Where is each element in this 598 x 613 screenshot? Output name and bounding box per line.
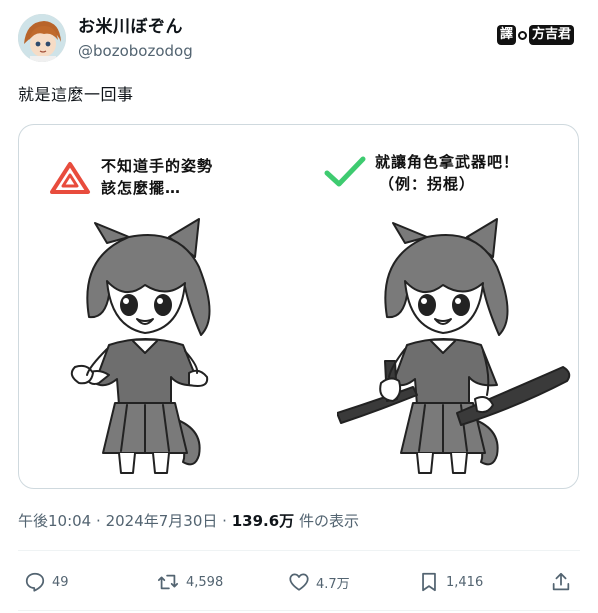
repost-icon (157, 574, 179, 590)
repost-count: 4,598 (186, 574, 224, 590)
author-names: お米川ぼぞん @bozobozodog (78, 16, 193, 62)
meta-separator: · (96, 512, 101, 530)
right-caption: 就讓角色拿武器吧！ （例：拐棍） (375, 151, 519, 195)
reply-button[interactable]: 49 (24, 562, 69, 602)
reply-icon (25, 572, 45, 592)
heart-icon (289, 573, 309, 591)
action-bar: 49 4,598 4.7万 1,416 (18, 562, 580, 602)
avatar[interactable] (18, 14, 66, 62)
repost-button[interactable]: 4,598 (156, 562, 223, 602)
divider (18, 610, 580, 611)
watermark-part1: 譯 (496, 25, 516, 45)
right-caption-line1: 就讓角色拿武器吧！ (375, 153, 520, 171)
cat-girl-illustration-left (70, 218, 211, 474)
display-name[interactable]: お米川ぼぞん (78, 16, 193, 38)
like-button[interactable]: 4.7万 (288, 562, 350, 602)
bookmark-count: 1,416 (446, 574, 484, 590)
share-icon (552, 572, 570, 591)
left-caption-line2: 該怎麼擺… (101, 179, 182, 197)
like-count: 4.7万 (316, 576, 350, 592)
view-count: 139.6万 (231, 512, 295, 530)
left-caption-line1: 不知道手的姿勢 (101, 157, 214, 175)
warning-triangle-icon (50, 162, 90, 194)
divider (18, 550, 580, 551)
tweet-header: お米川ぼぞん @bozobozodog 譯 方吉君 (18, 14, 580, 62)
share-button[interactable] (550, 562, 572, 602)
cat-girl-illustration-right (337, 218, 571, 474)
bookmark-icon (422, 572, 436, 592)
reply-count: 49 (52, 574, 69, 590)
watermark-dot-icon (517, 30, 527, 40)
watermark-part2: 方吉君 (528, 25, 574, 45)
right-caption-line2: （例：拐棍） (379, 175, 476, 193)
tweet-date[interactable]: 2024年7月30日 (106, 512, 218, 530)
bookmark-button[interactable]: 1,416 (418, 562, 483, 602)
check-mark-icon (324, 156, 366, 187)
view-label: 件の表示 (298, 512, 359, 530)
tweet-text: 就是這麼一回事 (18, 85, 134, 104)
user-handle[interactable]: @bozobozodog (78, 40, 193, 62)
tweet-meta: 午後10:04 · 2024年7月30日 · 139.6万 件の表示 (18, 510, 359, 532)
left-caption: 不知道手的姿勢 該怎麼擺… (101, 155, 213, 199)
meta-separator: · (222, 512, 227, 530)
tweet-time[interactable]: 午後10:04 (18, 512, 91, 530)
translator-watermark: 譯 方吉君 (496, 22, 574, 48)
tweet-image[interactable]: 不知道手的姿勢 該怎麼擺… 就讓角色拿武器吧！ （例：拐棍） (18, 124, 579, 489)
